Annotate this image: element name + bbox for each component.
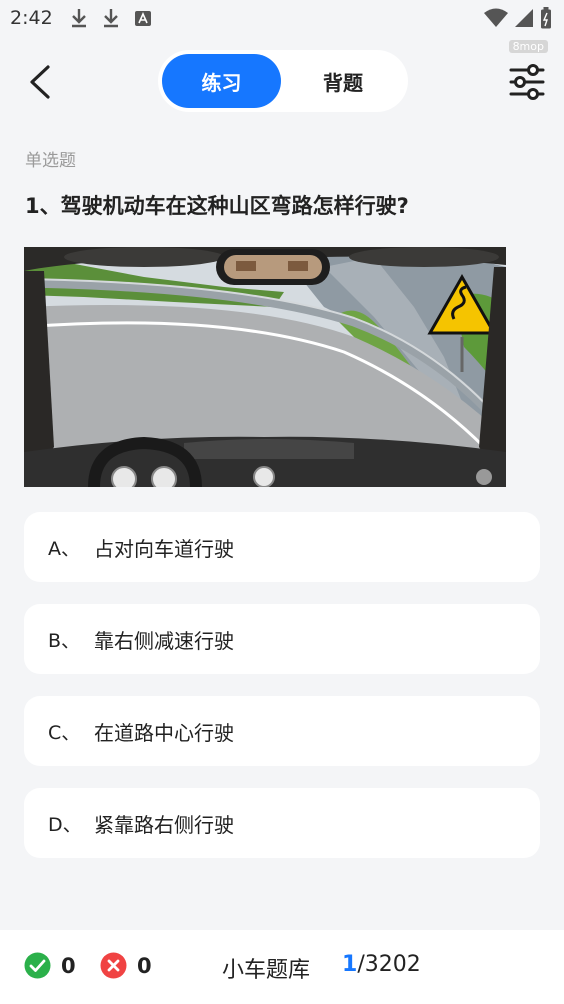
question-bank-label: 小车题库: [222, 958, 311, 983]
wrong-stat[interactable]: 0: [100, 952, 152, 979]
signal-icon: [515, 9, 533, 27]
question-progress[interactable]: 1/3202: [342, 952, 421, 977]
question-text: 1、驾驶机动车在这种山区弯路怎样行驶?: [25, 194, 409, 218]
back-button[interactable]: [24, 62, 60, 102]
correct-stat[interactable]: 0: [24, 952, 76, 979]
option-d[interactable]: D、 紧靠路右侧行驶: [24, 788, 540, 858]
option-letter: D、: [48, 813, 82, 836]
font-app-icon: [135, 11, 151, 26]
option-text: 靠右侧减速行驶: [94, 628, 234, 653]
current-index: 1: [342, 952, 358, 977]
battery-icon: [541, 7, 551, 29]
notification-icons: [70, 8, 152, 28]
settings-button[interactable]: [508, 64, 546, 100]
sliders-icon: [509, 64, 545, 100]
status-bar: 2:42: [0, 0, 564, 38]
bottom-bar: 0 0 小车题库 1/3202: [0, 930, 564, 1004]
tab-memorize[interactable]: 背题: [288, 54, 398, 108]
chevron-left-icon: [30, 65, 50, 99]
option-text: 在道路中心行驶: [94, 720, 234, 745]
option-b[interactable]: B、 靠右侧减速行驶: [24, 604, 540, 674]
download-icon: [72, 9, 86, 28]
watermark: 8mop: [508, 40, 548, 53]
check-circle-icon: [24, 952, 51, 979]
option-c[interactable]: C、 在道路中心行驶: [24, 696, 540, 766]
option-text: 紧靠路右侧行驶: [94, 812, 234, 837]
status-time: 2:42: [10, 7, 53, 29]
option-letter: C、: [48, 721, 81, 744]
option-text: 占对向车道行驶: [94, 536, 234, 561]
correct-count: 0: [61, 953, 76, 978]
option-a[interactable]: A、 占对向车道行驶: [24, 512, 540, 582]
cross-circle-icon: [100, 952, 127, 979]
tab-practice[interactable]: 练习: [162, 54, 281, 108]
question-image[interactable]: [24, 247, 506, 487]
system-icons: [484, 7, 552, 29]
mode-switch: 练习 背题: [158, 50, 408, 112]
wifi-icon: [484, 8, 508, 27]
wrong-count: 0: [137, 953, 152, 978]
question-type: 单选题: [25, 151, 76, 171]
total-count: /3202: [357, 952, 421, 977]
option-letter: B、: [48, 629, 81, 652]
option-letter: A、: [48, 537, 80, 560]
download-icon: [104, 9, 118, 28]
